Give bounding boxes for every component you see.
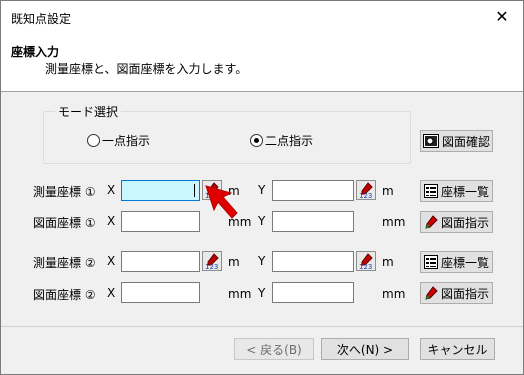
survey-coord-2-y-input[interactable] [272, 251, 354, 272]
title-bar: 既知点設定 ✕ [1, 1, 523, 33]
text-caret [194, 184, 195, 197]
header-title: 座標入力 [11, 45, 60, 59]
drawing-coord-1-y-label: Y [258, 214, 266, 228]
survey-coord-1-x-label: X [107, 183, 116, 197]
picker-badge: 123 [359, 192, 372, 199]
coordinate-list-label-1: 座標一覧 [440, 184, 489, 199]
survey-coord-1-x-input[interactable] [121, 180, 200, 201]
radio-one-point-circle[interactable] [87, 134, 100, 147]
coordinate-list-label-2: 座標一覧 [440, 255, 489, 270]
survey-coord-1-y-picker[interactable]: 123 [356, 180, 376, 200]
survey-coord-1-y-input[interactable] [272, 180, 354, 201]
wizard-header: 座標入力 測量座標と、図面座標を入力します。 [1, 33, 523, 92]
coordinate-list-button-2[interactable]: 座標一覧 [420, 251, 493, 273]
next-button[interactable]: 次へ(N) > [321, 338, 409, 360]
drawing-preview-icon [422, 134, 439, 148]
survey-coord-1-y-label: Y [258, 183, 266, 197]
drawing-coord-1-label: 図面座標 ① [33, 216, 96, 230]
radio-two-point-circle[interactable] [250, 134, 263, 147]
header-description: 測量座標と、図面座標を入力します。 [45, 62, 248, 76]
radio-two-point[interactable]: 二点指示 [250, 132, 313, 149]
drawing-pick-button-1[interactable]: 図面指示 [420, 211, 493, 233]
coordinate-input-icon: 123 [359, 182, 373, 200]
picker-badge: 123 [205, 263, 218, 270]
radio-one-point-label: 一点指示 [102, 134, 151, 148]
radio-one-point[interactable]: 一点指示 [87, 132, 150, 149]
survey-coord-2-label: 測量座標 ② [33, 256, 96, 270]
drawing-coord-2-label: 図面座標 ② [33, 288, 96, 302]
pick-icon [424, 286, 438, 300]
dialog-window: 既知点設定 ✕ 座標入力 測量座標と、図面座標を入力します。 モード選択 一点指… [0, 0, 524, 375]
drawing-coord-2-y-label: Y [258, 286, 266, 300]
footer-divider [1, 326, 523, 327]
drawing-confirm-button[interactable]: 図面確認 [420, 130, 493, 152]
survey-coord-2-y-picker[interactable]: 123 [356, 251, 376, 271]
drawing-coord-2-x-label: X [107, 286, 116, 300]
list-icon [423, 255, 438, 269]
survey-coord-2-x-label: X [107, 254, 116, 268]
drawing-coord-2-y-unit: mm [382, 287, 406, 301]
survey-coord-2-x-input[interactable] [121, 251, 200, 272]
radio-two-point-label: 二点指示 [265, 134, 314, 148]
drawing-coord-1-y-unit: mm [382, 215, 406, 229]
coordinate-input-icon: 123 [205, 253, 219, 271]
mode-select-legend: モード選択 [55, 103, 122, 120]
pick-icon [424, 215, 438, 229]
coordinate-list-button-1[interactable]: 座標一覧 [420, 180, 493, 202]
cancel-button[interactable]: キャンセル [420, 338, 495, 360]
list-icon [423, 184, 438, 198]
back-button[interactable]: < 戻る(B) [234, 338, 314, 360]
drawing-coord-2-x-unit: mm [228, 287, 252, 301]
picker-badge: 123 [359, 263, 372, 270]
drawing-pick-button-2[interactable]: 図面指示 [420, 282, 493, 304]
drawing-pick-label-2: 図面指示 [440, 286, 489, 301]
coordinate-input-icon: 123 [359, 253, 373, 271]
drawing-confirm-label: 図面確認 [441, 134, 490, 149]
survey-coord-2-x-picker[interactable]: 123 [202, 251, 222, 271]
drawing-pick-label-1: 図面指示 [440, 215, 489, 230]
survey-coord-1-y-unit: m [382, 184, 394, 198]
annotation-arrow-icon [205, 185, 238, 219]
survey-coord-2-x-unit: m [228, 255, 240, 269]
close-button[interactable]: ✕ [481, 1, 523, 33]
survey-coord-2-y-label: Y [258, 254, 266, 268]
window-title: 既知点設定 [11, 12, 72, 26]
survey-coord-1-label: 測量座標 ① [33, 185, 96, 199]
drawing-coord-1-x-label: X [107, 214, 116, 228]
drawing-coord-2-x-input[interactable] [121, 282, 200, 303]
drawing-coord-2-y-input[interactable] [272, 282, 354, 303]
drawing-coord-1-y-input[interactable] [272, 211, 354, 232]
drawing-coord-1-x-input[interactable] [121, 211, 200, 232]
survey-coord-2-y-unit: m [382, 255, 394, 269]
